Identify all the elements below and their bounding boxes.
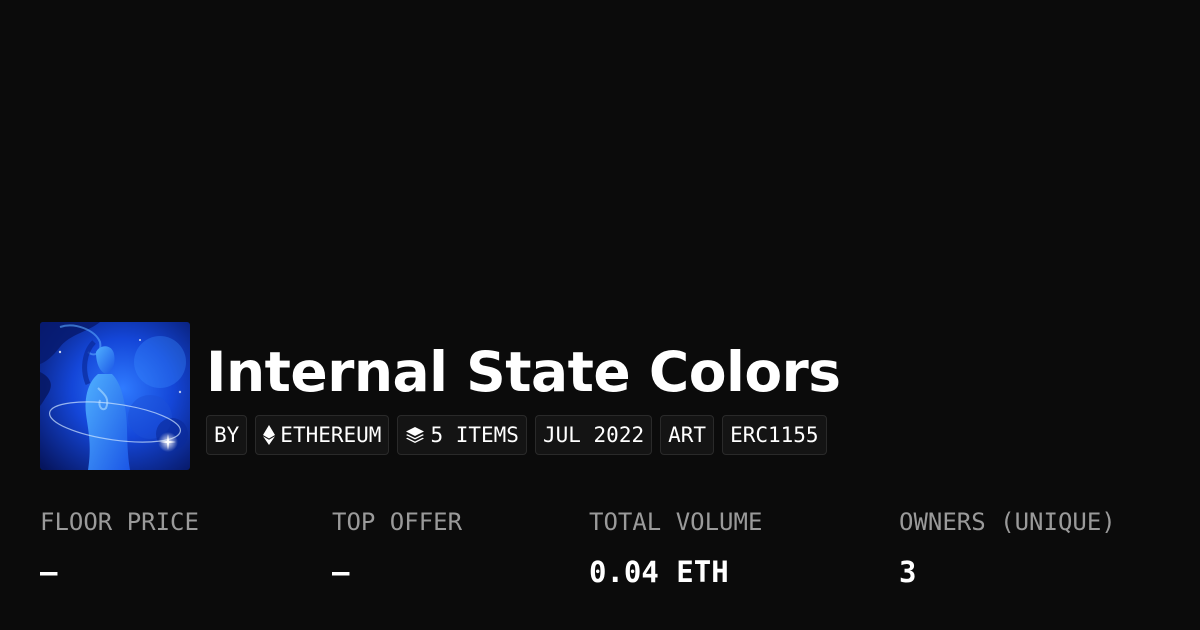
category-badge-label: ART — [668, 423, 707, 447]
stat-floor-price: FLOOR PRICE – — [40, 505, 199, 589]
stat-value: 0.04 ETH — [589, 555, 729, 589]
stat-top-offer: TOP OFFER – — [332, 505, 462, 589]
creator-badge[interactable]: BY — [206, 415, 248, 455]
chain-badge[interactable]: ETHEREUM — [255, 415, 390, 455]
standard-badge: ERC1155 — [722, 415, 827, 455]
creator-badge-label: BY — [214, 423, 240, 447]
stat-label: FLOOR PRICE — [40, 508, 199, 536]
stat-label: TOTAL VOLUME — [589, 508, 763, 536]
date-badge: JUL 2022 — [534, 415, 653, 455]
collection-badges: BY ETHEREUM 5 ITEMS JUL 2022 ART ERC1155 — [206, 415, 827, 455]
stat-value: 3 — [899, 555, 917, 589]
collection-thumbnail[interactable] — [40, 322, 190, 470]
chain-badge-label: ETHEREUM — [280, 423, 382, 447]
standard-badge-label: ERC1155 — [730, 423, 819, 447]
date-badge-label: JUL 2022 — [542, 423, 645, 447]
stat-owners: OWNERS (UNIQUE) 3 — [899, 505, 1116, 589]
stat-value: – — [40, 555, 58, 589]
stat-value: – — [332, 555, 350, 589]
stat-total-volume: TOTAL VOLUME 0.04 ETH — [589, 505, 762, 589]
category-badge[interactable]: ART — [660, 415, 715, 455]
stat-label: OWNERS (UNIQUE) — [899, 508, 1116, 536]
ethereum-icon — [263, 425, 276, 445]
artwork-image — [40, 322, 190, 470]
stat-label: TOP OFFER — [332, 508, 463, 536]
items-badge-label: 5 ITEMS — [430, 423, 519, 447]
layers-icon — [405, 425, 425, 445]
items-badge[interactable]: 5 ITEMS — [397, 415, 527, 455]
collection-card: Internal State Colors BY ETHEREUM 5 ITEM… — [0, 0, 1200, 630]
collection-title: Internal State Colors — [206, 340, 841, 404]
